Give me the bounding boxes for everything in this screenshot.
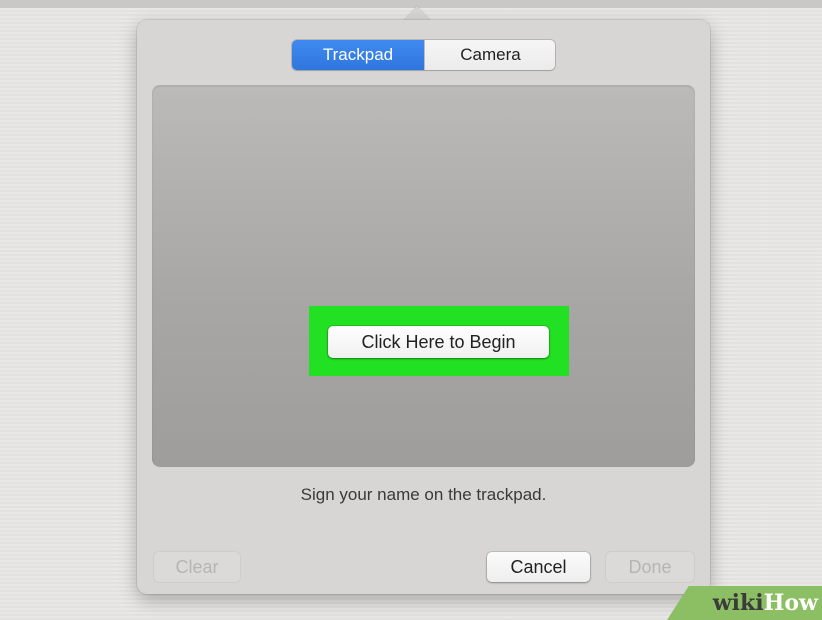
watermark-wiki: wiki [712, 590, 764, 616]
signature-popover: Trackpad Camera Click Here to Begin Sign… [137, 20, 710, 594]
popover-arrow [403, 6, 431, 21]
done-button[interactable]: Done [606, 552, 694, 582]
wikihow-watermark: wiki How [667, 586, 822, 620]
tab-camera[interactable]: Camera [424, 40, 555, 70]
instruction-text: Sign your name on the trackpad. [300, 485, 547, 504]
clear-button[interactable]: Clear [154, 552, 240, 582]
watermark-how: How [763, 590, 818, 616]
tab-trackpad[interactable]: Trackpad [292, 40, 424, 70]
cancel-button[interactable]: Cancel [487, 552, 590, 582]
click-here-to-begin-button[interactable]: Click Here to Begin [328, 326, 549, 358]
input-source-segmented-control: Trackpad Camera [292, 40, 555, 70]
signature-pad[interactable]: Click Here to Begin [152, 85, 695, 467]
